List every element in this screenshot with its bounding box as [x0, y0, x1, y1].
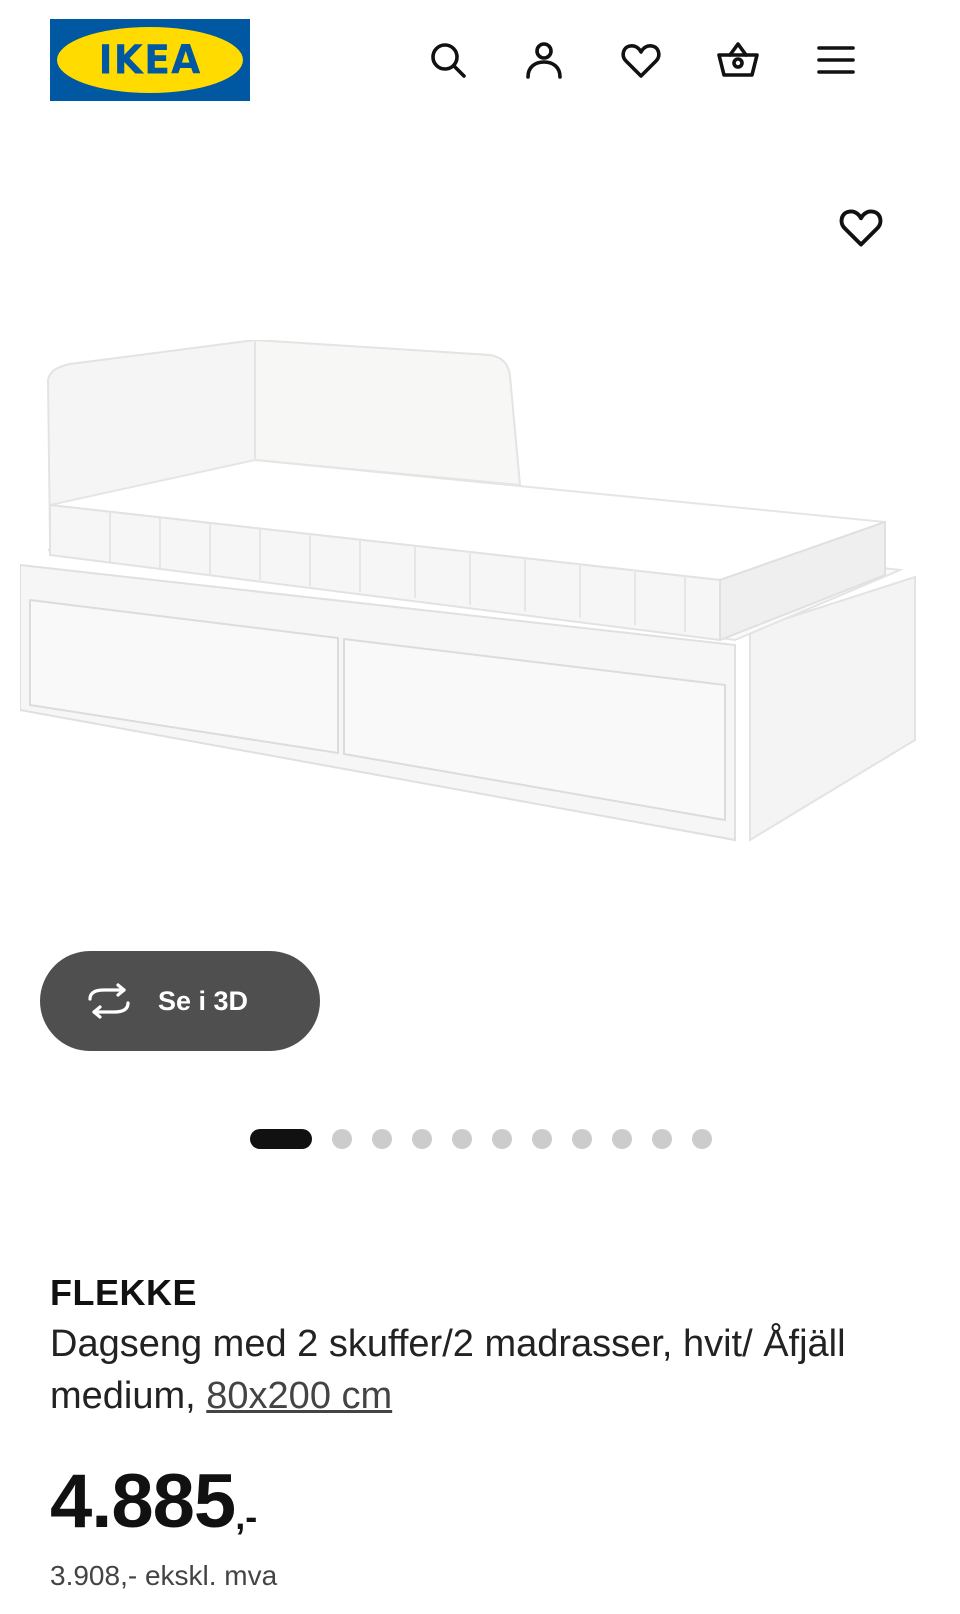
logo-text: IKEA	[98, 36, 202, 84]
favorite-product-button[interactable]	[838, 204, 888, 254]
price-main: 4.885	[50, 1459, 236, 1544]
product-image[interactable]	[20, 340, 940, 880]
pagination-dot[interactable]	[372, 1129, 392, 1149]
price-excl-vat: 3.908,- ekskl. mva	[50, 1560, 278, 1591]
pagination-dot-active[interactable]	[250, 1129, 312, 1149]
ikea-logo[interactable]: IKEA	[50, 19, 250, 101]
cart-icon[interactable]	[714, 36, 762, 84]
product-page: IKEA Se i 3D FLEKKE Dagseng med 2 skuffe…	[0, 0, 960, 1614]
product-name: FLEKKE	[50, 1272, 197, 1313]
pagination-dot[interactable]	[652, 1129, 672, 1149]
heart-icon	[839, 209, 883, 247]
image-pagination	[250, 1128, 732, 1150]
price: 4.885 ,-	[50, 1462, 257, 1542]
menu-icon[interactable]	[812, 36, 860, 84]
search-icon[interactable]	[424, 36, 472, 84]
header: IKEA	[0, 0, 960, 120]
logo-oval: IKEA	[57, 27, 243, 93]
pagination-dot[interactable]	[452, 1129, 472, 1149]
pagination-dot[interactable]	[572, 1129, 592, 1149]
pagination-dot[interactable]	[492, 1129, 512, 1149]
pagination-dot[interactable]	[612, 1129, 632, 1149]
size-link[interactable]: 80x200 cm	[206, 1375, 392, 1417]
favorites-icon[interactable]	[617, 36, 665, 84]
product-description: Dagseng med 2 skuffer/2 madrasser, hvit/…	[50, 1318, 910, 1422]
pagination-dot[interactable]	[412, 1129, 432, 1149]
view-in-3d-button[interactable]: Se i 3D	[40, 951, 320, 1051]
product-description-text: Dagseng med 2 skuffer/2 madrasser, hvit/…	[50, 1323, 846, 1417]
pagination-dot[interactable]	[332, 1129, 352, 1149]
pagination-dot[interactable]	[692, 1129, 712, 1149]
pagination-dot[interactable]	[532, 1129, 552, 1149]
rotate-3d-icon	[88, 983, 130, 1019]
price-suffix: ,-	[235, 1496, 258, 1537]
account-icon[interactable]	[520, 36, 568, 84]
view-in-3d-label: Se i 3D	[158, 985, 249, 1016]
